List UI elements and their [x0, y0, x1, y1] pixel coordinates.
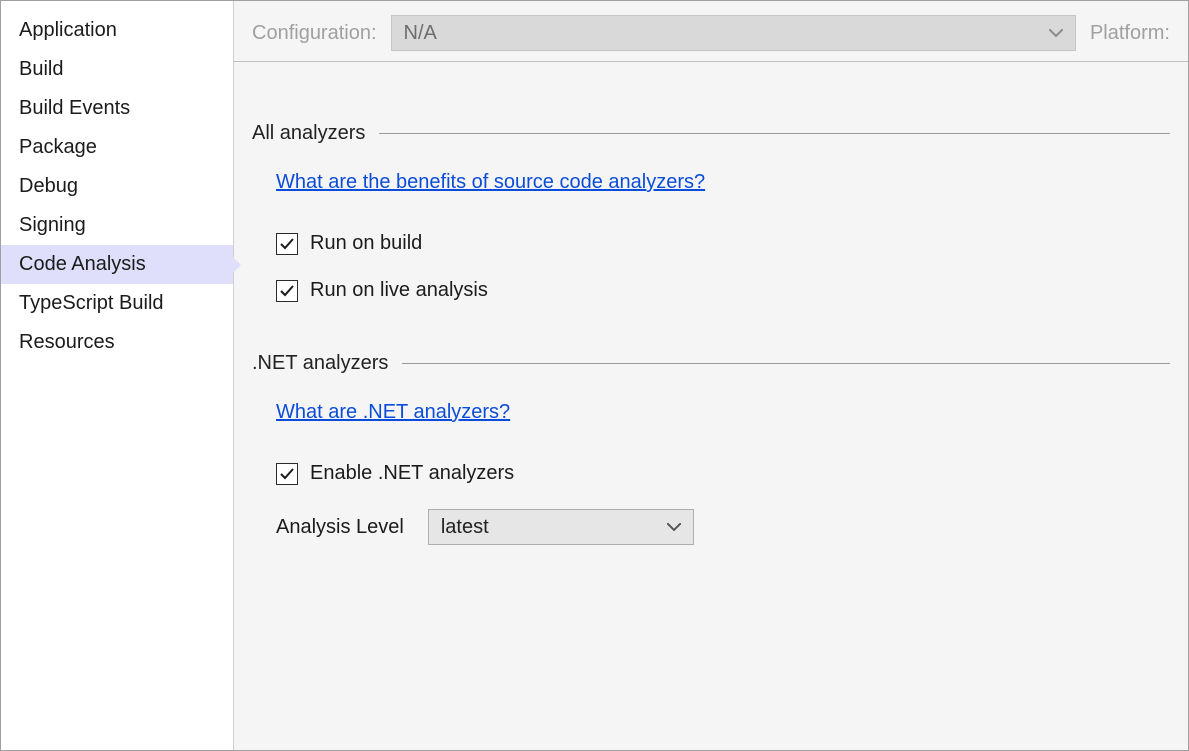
- checkbox-run-on-live-row[interactable]: Run on live analysis: [276, 279, 1170, 302]
- section-title: All analyzers: [252, 122, 365, 145]
- sidebar-item-label: Application: [19, 19, 117, 41]
- sidebar-item-label: Code Analysis: [19, 253, 146, 275]
- sidebar-item-label: TypeScript Build: [19, 292, 164, 314]
- sidebar-item-build[interactable]: Build: [1, 50, 233, 89]
- topbar: Configuration: N/A Platform:: [234, 1, 1188, 62]
- section-dotnet-analyzers-header: .NET analyzers: [252, 352, 1170, 375]
- section-title: .NET analyzers: [252, 352, 388, 375]
- check-icon: [279, 236, 295, 252]
- analysis-level-value: latest: [441, 516, 489, 539]
- chevron-down-icon: [1049, 26, 1063, 40]
- platform-label: Platform:: [1090, 22, 1170, 45]
- main-panel: Configuration: N/A Platform: All analyze…: [233, 1, 1188, 750]
- configuration-label: Configuration:: [252, 22, 377, 45]
- section-all-analyzers-header: All analyzers: [252, 122, 1170, 145]
- link-benefits-analyzers[interactable]: What are the benefits of source code ana…: [276, 171, 705, 194]
- sidebar-item-label: Resources: [19, 331, 115, 353]
- checkbox-run-on-live[interactable]: [276, 280, 298, 302]
- sidebar-item-debug[interactable]: Debug: [1, 167, 233, 206]
- sidebar-item-build-events[interactable]: Build Events: [1, 89, 233, 128]
- content: All analyzers What are the benefits of s…: [234, 62, 1188, 563]
- sidebar-item-code-analysis[interactable]: Code Analysis: [1, 245, 233, 284]
- chevron-down-icon: [667, 520, 681, 534]
- divider: [402, 363, 1170, 364]
- sidebar-item-label: Package: [19, 136, 97, 158]
- analysis-level-select[interactable]: latest: [428, 509, 694, 545]
- divider: [379, 133, 1170, 134]
- sidebar-item-label: Build: [19, 58, 63, 80]
- link-dotnet-analyzers[interactable]: What are .NET analyzers?: [276, 401, 510, 424]
- sidebar-item-typescript-build[interactable]: TypeScript Build: [1, 284, 233, 323]
- sidebar-item-label: Build Events: [19, 97, 130, 119]
- checkbox-run-on-build[interactable]: [276, 233, 298, 255]
- analysis-level-row: Analysis Level latest: [276, 509, 1170, 545]
- sidebar-item-resources[interactable]: Resources: [1, 323, 233, 362]
- sidebar-item-signing[interactable]: Signing: [1, 206, 233, 245]
- checkbox-label: Run on build: [310, 232, 422, 255]
- configuration-value: N/A: [404, 22, 437, 45]
- checkbox-run-on-build-row[interactable]: Run on build: [276, 232, 1170, 255]
- checkbox-enable-dotnet-row[interactable]: Enable .NET analyzers: [276, 462, 1170, 485]
- sidebar-item-label: Signing: [19, 214, 86, 236]
- analysis-level-label: Analysis Level: [276, 516, 404, 539]
- checkbox-label: Run on live analysis: [310, 279, 488, 302]
- check-icon: [279, 283, 295, 299]
- checkbox-enable-dotnet[interactable]: [276, 463, 298, 485]
- sidebar-item-application[interactable]: Application: [1, 11, 233, 50]
- check-icon: [279, 466, 295, 482]
- sidebar-item-label: Debug: [19, 175, 78, 197]
- sidebar: Application Build Build Events Package D…: [1, 1, 233, 750]
- configuration-select[interactable]: N/A: [391, 15, 1076, 51]
- checkbox-label: Enable .NET analyzers: [310, 462, 514, 485]
- sidebar-item-package[interactable]: Package: [1, 128, 233, 167]
